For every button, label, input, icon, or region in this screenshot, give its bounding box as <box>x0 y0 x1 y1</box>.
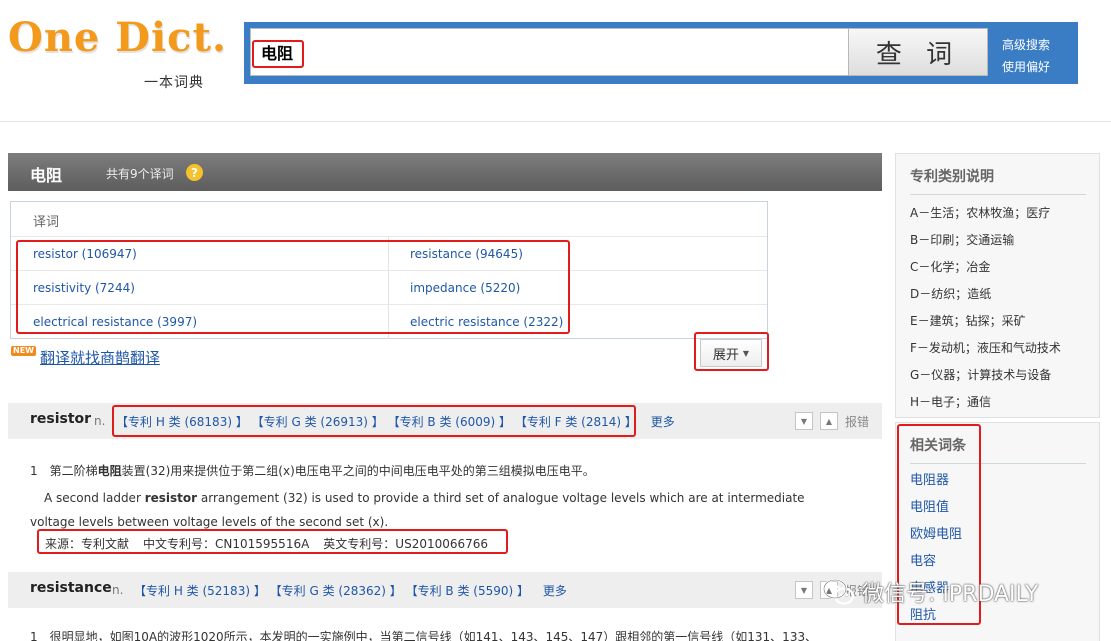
new-badge: NEW <box>11 346 36 356</box>
list-item: G－仪器；计算技术与设备 <box>910 368 1052 382</box>
highlight-box-query <box>252 40 304 68</box>
wechat-icon <box>822 578 855 605</box>
advanced-search-link[interactable]: 高级搜索 <box>1002 34 1050 56</box>
help-icon[interactable]: ? <box>186 164 203 181</box>
search-bar: 查 词 高级搜索 使用偏好 <box>244 22 1078 84</box>
list-item: B－印刷；交通运输 <box>910 233 1015 247</box>
example-keyword: 电阻 <box>97 464 122 478</box>
patent-category-title: 专利类别说明 <box>910 169 994 185</box>
example-number: 1 <box>30 464 38 478</box>
entry-header-resistance: resistance n. 【专利 H 类 (52183) 】 【专利 G 类 … <box>8 572 882 608</box>
highlight-box-source <box>37 529 508 554</box>
example-text: 很明显地，如图10A的波形1020所示，本发明的一实施例中，当第二信号线（如14… <box>49 630 818 641</box>
entry-word: resistor <box>30 411 92 427</box>
page-title: 电阻 <box>30 166 63 185</box>
search-input[interactable] <box>250 28 850 76</box>
watermark-text: 微信号: IPRDAILY <box>862 582 1039 607</box>
translation-count: 共有9个译词 <box>106 167 174 181</box>
example-chinese: 1 很明显地，如图10A的波形1020所示，本发明的一实施例中，当第二信号线（如1… <box>30 628 817 641</box>
word-title-bar: 电阻 共有9个译词 ? <box>8 153 882 191</box>
list-item: D－纺织；造纸 <box>910 287 992 301</box>
logo-subtitle: 一本词典 <box>144 75 204 91</box>
example-chinese: 1 第二阶梯电阻装置(32)用来提供位于第二组(x)电压电平之间的中间电压电平处的… <box>30 462 595 479</box>
divider <box>910 194 1086 195</box>
preferences-link[interactable]: 使用偏好 <box>1002 56 1050 78</box>
patent-category-panel: 专利类别说明 A－生活；农林牧渔；医疗 B－印刷；交通运输 C－化学；冶金 D－… <box>895 153 1100 418</box>
list-item: H－电子；通信 <box>910 395 992 409</box>
category-link[interactable]: 【专利 H 类 (52183) 】 <box>134 584 266 598</box>
entry-word: resistance <box>30 580 112 596</box>
collapse-icon[interactable]: ▼ <box>795 581 813 599</box>
category-link[interactable]: 【专利 G 类 (28362) 】 <box>270 584 402 598</box>
report-error-link[interactable]: 报错 <box>845 413 869 430</box>
part-of-speech: n. <box>112 583 124 597</box>
example-text: 装置(32)用来提供位于第二组(x)电压电平之间的中间电压电平处的第三组模拟电压… <box>121 464 595 478</box>
translations-header: 译词 <box>33 215 60 230</box>
example-english: A second ladder resistor arrangement (32… <box>30 486 850 534</box>
search-links: 高级搜索 使用偏好 <box>1002 34 1050 78</box>
example-number: 1 <box>30 630 38 641</box>
highlight-box-translations <box>16 240 570 334</box>
category-link[interactable]: 【专利 B 类 (5590) 】 <box>406 584 529 598</box>
site-header: One Dict. 一本词典 查 词 高级搜索 使用偏好 <box>0 0 1111 122</box>
patent-category-list: A－生活；农林牧渔；医疗 B－印刷；交通运输 C－化学；冶金 D－纺织；造纸 E… <box>910 200 1061 416</box>
logo-text: One Dict. <box>8 14 227 61</box>
list-item: F－发动机；液压和气动技术 <box>910 341 1061 355</box>
watermark: 微信号: IPRDAILY <box>822 576 1038 608</box>
site-logo[interactable]: One Dict. 一本词典 <box>8 14 228 94</box>
example-keyword: resistor <box>144 491 198 505</box>
example-text: A second ladder <box>44 491 145 505</box>
list-item: E－建筑；钻探；采矿 <box>910 314 1026 328</box>
search-button[interactable]: 查 词 <box>848 28 988 76</box>
part-of-speech: n. <box>94 414 106 428</box>
list-item: C－化学；冶金 <box>910 260 991 274</box>
expand-up-icon[interactable]: ▲ <box>820 412 838 430</box>
patent-categories: 【专利 H 类 (52183) 】 【专利 G 类 (28362) 】 【专利 … <box>134 582 567 599</box>
highlight-box-categories <box>112 405 636 437</box>
highlight-box-expand <box>694 332 769 371</box>
translation-service-link[interactable]: 翻译就找商鹊翻译 <box>40 347 160 368</box>
more-categories-link[interactable]: 更多 <box>543 584 567 598</box>
more-categories-link[interactable]: 更多 <box>651 415 675 429</box>
list-item: A－生活；农林牧渔；医疗 <box>910 206 1051 220</box>
example-text: 第二阶梯 <box>49 464 98 478</box>
collapse-icon[interactable]: ▼ <box>795 412 813 430</box>
